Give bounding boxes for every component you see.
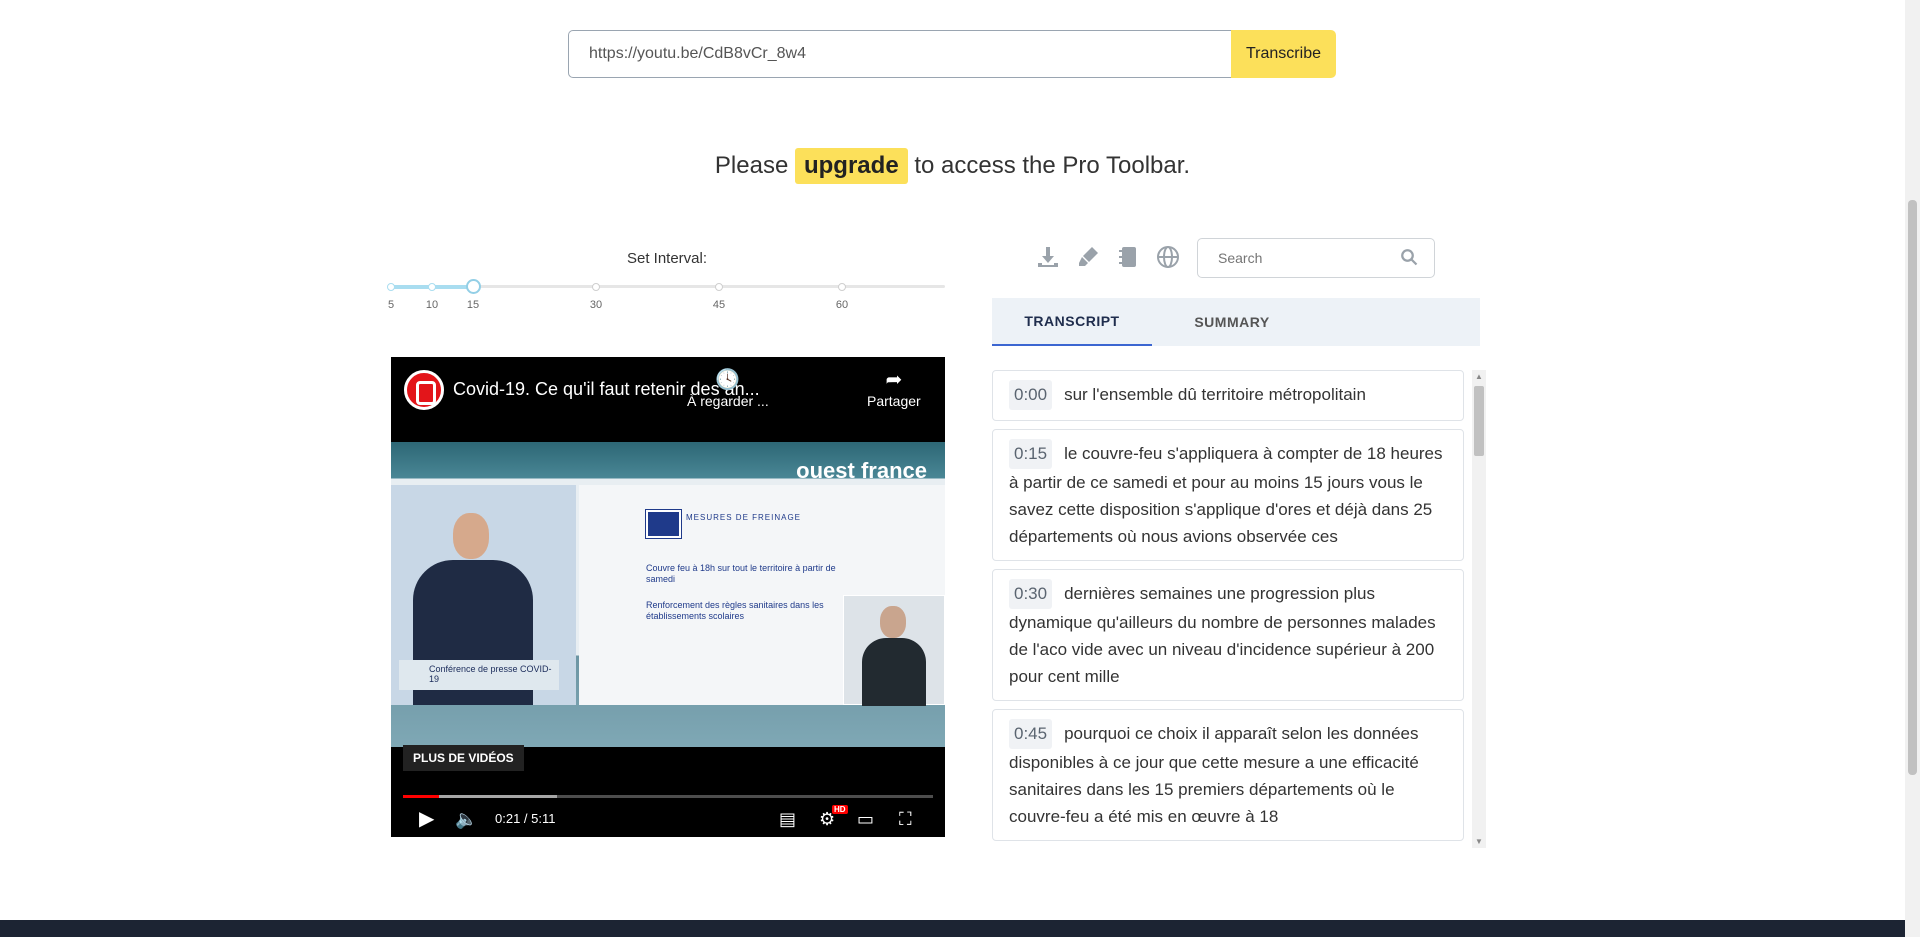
more-videos-button[interactable]: PLUS DE VIDÉOS (403, 745, 524, 771)
video-progress-bar[interactable] (403, 795, 933, 798)
share-label: Partager (867, 393, 921, 409)
slider-stop[interactable] (715, 283, 723, 291)
notebook-icon[interactable] (1115, 245, 1141, 271)
hd-badge: HD (832, 805, 848, 814)
ouest-france-logo: ouest france (796, 458, 927, 483)
transcript-scrollbar[interactable]: ▲ ▼ (1472, 370, 1486, 848)
timestamp[interactable]: 0:15 (1009, 439, 1053, 469)
transcript-text: sur l'ensemble dû territoire métropolita… (1064, 385, 1366, 404)
url-bar: Transcribe (568, 30, 1336, 78)
search-icon[interactable] (1400, 248, 1418, 266)
scroll-down-arrow-icon[interactable]: ▼ (1475, 837, 1483, 846)
highlighter-icon[interactable] (1075, 245, 1101, 271)
sign-interpreter (843, 595, 945, 706)
globe-icon[interactable] (1155, 245, 1181, 271)
presentation-slide: MESURES DE FREINAGE Couvre feu à 18h sur… (579, 485, 945, 706)
transcript-item: 0:15 le couvre-feu s'appliquera à compter… (992, 429, 1464, 561)
play-icon[interactable]: ▶ (419, 807, 434, 831)
video-frame[interactable]: ouest france Conférence de presse COVID-… (391, 442, 945, 747)
slide-bullet-2: Renforcement des règles sanitaires dans … (646, 600, 824, 621)
share-button[interactable]: ➦ Partager (867, 367, 921, 409)
interpreter-body (862, 638, 926, 706)
page-scrollbar[interactable] (1905, 0, 1920, 937)
video-time: 0:21 / 5:11 (495, 811, 556, 826)
speaker-area: Conférence de presse COVID-19 (391, 485, 576, 705)
info-icon (645, 509, 682, 539)
slider-stop[interactable] (838, 283, 846, 291)
slider-tick-label: 45 (712, 299, 726, 311)
timestamp[interactable]: 0:30 (1009, 579, 1053, 609)
podium-sign: Conférence de presse COVID-19 (399, 660, 559, 690)
share-icon: ➦ (885, 369, 903, 391)
upgrade-text-after: to access the Pro Toolbar. (914, 152, 1191, 179)
search-box (1197, 238, 1435, 278)
slider-tick-label: 10 (425, 299, 439, 311)
transcript-scrollbar-thumb[interactable] (1474, 386, 1484, 456)
tab-summary[interactable]: SUMMARY (1152, 298, 1312, 346)
transcript-item: 0:45 pourquoi ce choix il apparaît selon … (992, 709, 1464, 841)
upgrade-link[interactable]: upgrade (794, 148, 908, 184)
channel-logo[interactable] (404, 370, 444, 410)
url-input[interactable] (568, 30, 1231, 78)
video-header: Covid-19. Ce qu'il faut retenir des an..… (391, 357, 945, 442)
slider-stop[interactable] (592, 283, 600, 291)
download-icon[interactable] (1035, 245, 1061, 271)
video-player[interactable]: Covid-19. Ce qu'il faut retenir des an..… (391, 357, 945, 837)
watch-later-button[interactable]: 🕓 À regarder ... (687, 367, 769, 409)
slider-tick-label: 30 (589, 299, 603, 311)
volume-icon[interactable]: 🔈 (455, 807, 477, 831)
progress-played (403, 795, 439, 798)
page-scrollbar-thumb[interactable] (1908, 200, 1917, 775)
slider-tick-label: 5 (387, 299, 395, 311)
slider-stop[interactable] (428, 283, 436, 291)
clock-icon: 🕓 (715, 369, 741, 391)
speaker-head (453, 513, 489, 559)
transcript-list[interactable]: 0:00 sur l'ensemble dû territoire métropo… (992, 370, 1464, 848)
slider-stop[interactable] (387, 283, 395, 291)
slider-tick-label: 60 (835, 299, 849, 311)
slide-heading: MESURES DE FREINAGE (686, 513, 802, 522)
slider-handle[interactable] (466, 279, 481, 294)
transcript-text: dernières semaines une progression plus … (1009, 584, 1436, 686)
watch-later-label: À regarder ... (687, 393, 769, 409)
transcribe-button[interactable]: Transcribe (1231, 30, 1336, 78)
footer (0, 920, 1905, 937)
tab-transcript[interactable]: TRANSCRIPT (992, 298, 1152, 346)
transcript-item: 0:30 dernières semaines une progression p… (992, 569, 1464, 701)
timestamp[interactable]: 0:45 (1009, 719, 1053, 749)
tab-bar: TRANSCRIPT SUMMARY (992, 298, 1480, 346)
cast-icon[interactable]: ▭ (857, 807, 874, 831)
scroll-up-arrow-icon[interactable]: ▲ (1475, 372, 1483, 381)
video-controls: ▶ 🔈 0:21 / 5:11 ▤ ⚙ HD ▭ ⛶ (391, 803, 945, 837)
transcript-text: le couvre-feu s'appliquera à compter de … (1009, 444, 1443, 546)
slider-tick-label: 15 (466, 299, 480, 311)
timestamp[interactable]: 0:00 (1009, 380, 1053, 410)
search-input[interactable] (1198, 239, 1388, 277)
slide-bullet-1: Couvre feu à 18h sur tout le territoire … (646, 563, 836, 584)
interval-slider[interactable]: 5 10 15 30 45 60 (387, 279, 945, 314)
interval-label: Set Interval: (626, 250, 708, 267)
fullscreen-icon[interactable]: ⛶ (899, 807, 912, 831)
subtitles-icon[interactable]: ▤ (779, 807, 796, 831)
upgrade-text-before: Please (714, 152, 789, 179)
upgrade-message: Please upgrade to access the Pro Toolbar… (0, 148, 1905, 184)
transcript-text: pourquoi ce choix il apparaît selon les … (1009, 724, 1419, 826)
transcript-item: 0:00 sur l'ensemble dû territoire métropo… (992, 370, 1464, 421)
interpreter-head (880, 606, 906, 638)
